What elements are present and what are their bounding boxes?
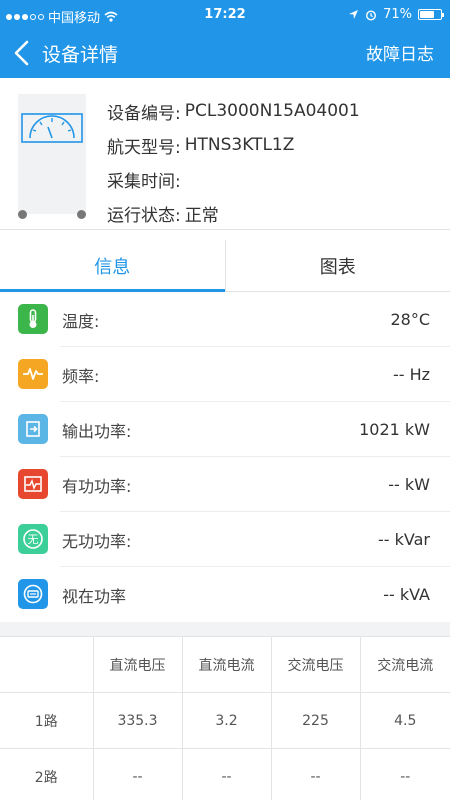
table-row: 1路 335.3 3.2 225 4.5: [0, 692, 450, 749]
channel-table: 直流电压 直流电流 交流电压 交流电流 1路 335.3 3.2 225 4.5…: [0, 636, 450, 800]
table-header-cell: 交流电压: [270, 636, 361, 693]
state-label: 运行状态:: [107, 205, 181, 226]
back-arrow-icon[interactable]: [10, 38, 36, 68]
fault-log-button[interactable]: 故障日志: [366, 40, 434, 65]
metric-value: -- Hz: [392, 365, 430, 384]
table-cell: --: [270, 748, 361, 800]
metric-label: 视在功率: [62, 586, 127, 606]
model-label: 航天型号:: [107, 137, 181, 158]
alarm-icon: [366, 9, 377, 21]
device-header: 设备编号: PCL3000N15A04001 航天型号: HTNS3KTL1Z …: [0, 78, 450, 230]
collect-time-label: 采集时间:: [107, 171, 181, 192]
metric-label: 输出功率:: [62, 421, 132, 441]
gauge-icon: [21, 113, 83, 143]
tab-info[interactable]: 信息: [0, 240, 225, 292]
table-cell: --: [181, 748, 272, 800]
table-header-cell: [0, 636, 94, 693]
output-power-icon: [18, 414, 48, 444]
list-item: 有功功率: -- kW: [0, 457, 450, 512]
table-cell: 4.5: [359, 692, 450, 749]
status-right: 71%: [348, 7, 444, 22]
inverter-image: [18, 94, 86, 219]
tab-bar: 信息 图表: [0, 240, 450, 292]
list-item: 无 无功功率: -- kVar: [0, 512, 450, 567]
metric-value: -- kVar: [378, 530, 430, 549]
nav-bar: 设备详情 故障日志: [0, 30, 450, 78]
table-cell: 3.2: [181, 692, 272, 749]
table-cell: --: [359, 748, 450, 800]
serial-row: 设备编号: PCL3000N15A04001: [107, 94, 360, 128]
battery-fill: [420, 11, 435, 18]
list-item: 输出功率: 1021 kW: [0, 402, 450, 457]
section-divider: [0, 622, 450, 636]
metric-list: 温度: 28°C 频率: -- Hz 输出功率: 1021 kW 有功功率: -…: [0, 292, 450, 622]
list-item: 温度: 28°C: [0, 292, 450, 347]
thermometer-icon: [18, 304, 48, 334]
status-bar: 中国移动 17:22 71%: [0, 0, 450, 30]
table-cell: 225: [270, 692, 361, 749]
serial-label: 设备编号:: [107, 103, 181, 124]
page-title: 设备详情: [42, 44, 119, 66]
table-cell: 335.3: [92, 692, 183, 749]
table-row: 2路 -- -- -- --: [0, 748, 450, 800]
model-value: HTNS3KTL1Z: [184, 135, 295, 155]
serial-value: PCL3000N15A04001: [184, 101, 360, 121]
tab-chart[interactable]: 图表: [224, 240, 450, 291]
state-row: 运行状态: 正常: [107, 196, 360, 230]
metric-value: -- kVA: [383, 585, 430, 604]
table-header-cell: 交流电流: [359, 636, 450, 693]
metric-label: 有功功率:: [62, 476, 132, 496]
table-header-cell: 直流电流: [181, 636, 272, 693]
battery-icon: [418, 9, 444, 20]
metric-value: 1021 kW: [359, 420, 430, 439]
model-row: 航天型号: HTNS3KTL1Z: [107, 128, 360, 162]
table-header-row: 直流电压 直流电流 交流电压 交流电流: [0, 636, 450, 693]
list-item: 视在功率 -- kVA: [0, 567, 450, 622]
collect-time-row: 采集时间:: [107, 162, 360, 196]
metric-value: -- kW: [388, 475, 430, 494]
metric-label: 无功功率:: [62, 531, 132, 551]
wheel-left: [18, 210, 27, 219]
metric-label: 频率:: [62, 366, 100, 386]
table-cell: --: [92, 748, 183, 800]
metric-value: 28°C: [390, 310, 430, 329]
table-cell: 2路: [0, 748, 94, 800]
table-cell: 1路: [0, 692, 94, 749]
state-value: 正常: [184, 205, 219, 226]
active-power-icon: [18, 469, 48, 499]
reactive-glyph: 无: [27, 533, 39, 546]
waveform-icon: [18, 359, 48, 389]
reactive-power-icon: 无: [18, 524, 48, 554]
wheel-right: [77, 210, 86, 219]
list-item: 频率: -- Hz: [0, 347, 450, 402]
apparent-power-icon: [18, 579, 48, 609]
battery-percent: 71%: [383, 7, 412, 22]
metric-label: 温度:: [62, 311, 100, 331]
table-header-cell: 直流电压: [92, 636, 183, 693]
device-info: 设备编号: PCL3000N15A04001 航天型号: HTNS3KTL1Z …: [107, 94, 360, 230]
location-arrow-icon: [349, 10, 359, 19]
